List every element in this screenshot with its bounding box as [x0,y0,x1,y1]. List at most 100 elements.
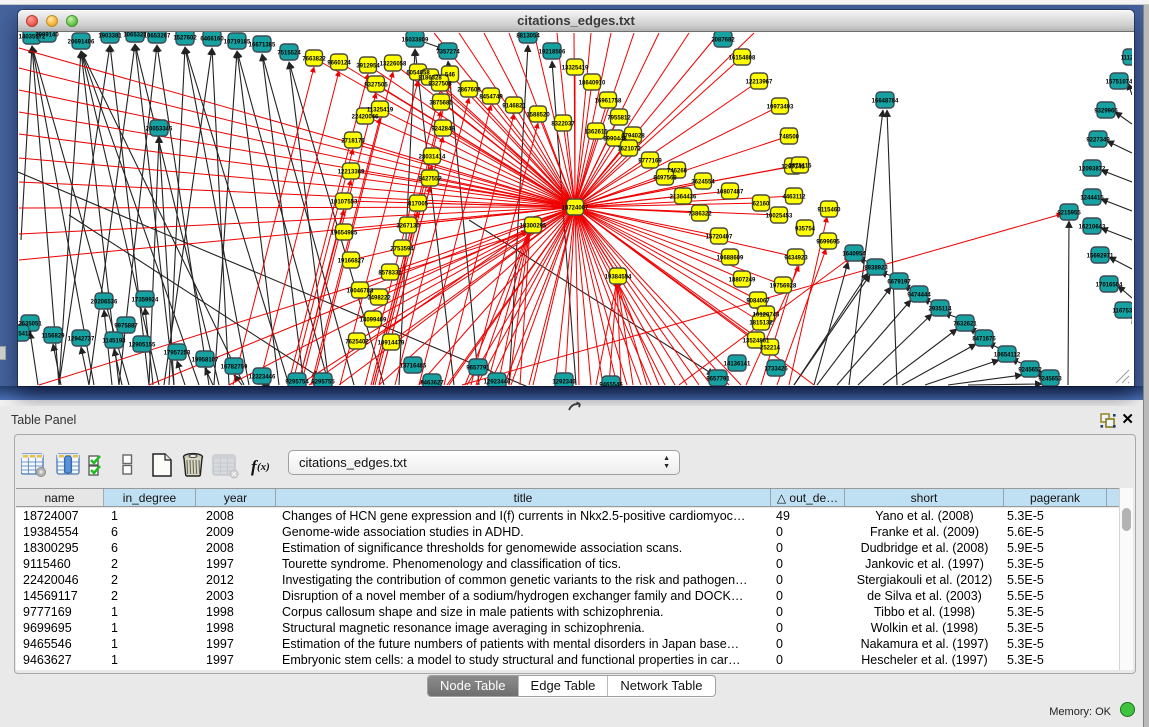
svg-text:13325419: 13325419 [562,66,589,72]
svg-text:10046788: 10046788 [347,289,374,295]
svg-text:9474444: 9474444 [907,293,931,299]
svg-text:9084067: 9084067 [746,299,770,305]
svg-text:9227349: 9227349 [1086,138,1110,144]
svg-text:1640954: 1640954 [842,252,866,258]
svg-text:17957253: 17957253 [164,351,191,357]
svg-text:20053346: 20053346 [146,127,173,133]
svg-text:20206536: 20206536 [91,300,118,306]
svg-text:12905155: 12905155 [129,343,156,349]
svg-text:(x): (x) [257,461,270,473]
svg-text:2875115: 2875115 [788,164,812,170]
svg-text:9295754: 9295754 [285,380,309,386]
svg-text:19756928: 19756928 [770,284,797,290]
svg-text:22420046: 22420046 [352,115,379,121]
svg-text:546: 546 [445,73,456,79]
svg-text:12213369: 12213369 [338,170,365,176]
svg-text:12323446: 12323446 [249,375,276,381]
svg-text:9327508: 9327508 [428,82,452,88]
svg-text:17016504: 17016504 [1096,283,1123,289]
svg-text:7955812: 7955812 [607,116,631,122]
svg-text:11325419: 11325419 [367,108,394,114]
svg-text:21364436: 21364436 [670,195,697,201]
svg-text:252214: 252214 [760,346,781,352]
svg-text:15720407: 15720407 [706,235,733,241]
svg-text:9699695: 9699695 [816,240,840,246]
svg-text:6794028: 6794028 [621,134,645,140]
svg-text:12213967: 12213967 [746,80,773,86]
svg-text:9465546: 9465546 [599,383,623,387]
svg-text:7386322: 7386322 [688,212,712,218]
svg-text:18300295: 18300295 [520,224,547,230]
svg-text:16648784: 16648784 [872,99,899,105]
svg-text:17359924: 17359924 [132,298,159,304]
svg-text:3624554: 3624554 [691,180,715,186]
svg-text:1167533: 1167533 [1112,309,1132,315]
svg-text:2087682: 2087682 [711,38,735,44]
svg-text:8938923: 8938923 [864,266,888,272]
svg-text:1292346: 1292346 [552,380,576,386]
svg-text:9327505: 9327505 [364,83,388,89]
svg-text:8427552: 8427552 [418,177,442,183]
svg-text:12093872: 12093872 [1079,167,1106,173]
svg-text:10120746: 10120746 [753,313,780,319]
svg-text:16033809: 16033809 [402,38,429,44]
svg-text:3915412: 3915412 [18,332,32,338]
svg-text:9242848: 9242848 [431,127,455,133]
svg-text:12942737: 12942737 [68,337,95,343]
svg-text:19958107: 19958107 [192,358,219,364]
svg-text:935754: 935754 [795,227,816,233]
svg-text:817005: 817005 [408,202,429,208]
svg-text:2009140: 2009140 [35,33,59,39]
svg-text:7625402: 7625402 [345,340,369,346]
svg-text:10973493: 10973493 [767,105,794,111]
svg-text:1621072: 1621072 [617,147,641,153]
svg-text:2753594: 2753594 [390,247,414,253]
svg-text:12923446: 12923446 [484,380,511,386]
svg-text:1244415: 1244415 [1080,196,1104,202]
svg-text:8578331: 8578331 [378,271,402,277]
svg-text:9660124: 9660124 [327,61,351,67]
svg-text:1588520: 1588520 [526,113,550,119]
svg-text:8322037: 8322037 [551,122,575,128]
svg-text:14099469: 14099469 [360,318,387,324]
svg-text:8813054: 8813054 [516,34,540,40]
svg-text:3912954: 3912954 [356,64,380,70]
svg-text:9463627: 9463627 [420,381,444,387]
svg-text:1903381: 1903381 [98,34,122,40]
svg-text:746266: 746266 [667,169,688,175]
svg-text:13524861: 13524861 [743,339,770,345]
svg-text:3267130: 3267130 [396,224,420,230]
svg-text:10914479: 10914479 [378,341,405,347]
svg-text:9975887: 9975887 [114,324,138,330]
svg-text:6679197: 6679197 [887,280,911,286]
svg-text:3498222: 3498222 [367,296,391,302]
svg-text:62160: 62160 [753,202,770,208]
svg-text:7515524: 7515524 [277,51,301,57]
svg-text:9245652: 9245652 [1018,368,1042,374]
svg-text:9434923: 9434923 [784,256,808,262]
svg-text:13226058: 13226058 [380,62,407,68]
svg-text:18807249: 18807249 [729,278,756,284]
svg-text:18640910: 18640910 [579,81,606,87]
svg-text:1733426: 1733426 [764,367,788,373]
svg-text:9245653: 9245653 [1038,377,1062,383]
svg-text:16782759: 16782759 [221,365,248,371]
svg-text:9115460: 9115460 [817,208,841,214]
svg-text:16671385: 16671385 [249,43,276,49]
svg-text:14136141: 14136141 [724,362,751,368]
svg-text:10719185: 10719185 [224,40,251,46]
svg-text:18724007: 18724007 [562,206,589,212]
svg-text:1362615: 1362615 [584,130,608,136]
svg-text:2935114: 2935114 [928,307,952,313]
svg-text:1145193: 1145193 [102,339,126,345]
svg-text:2635051: 2635051 [18,322,42,328]
svg-text:10107553: 10107553 [331,200,358,206]
svg-text:13716485: 13716485 [400,364,427,370]
svg-text:1815132: 1815132 [749,321,773,327]
svg-text:748500: 748500 [779,135,800,141]
svg-text:9777169: 9777169 [638,159,662,165]
svg-text:7632621: 7632621 [953,322,977,328]
svg-text:2718176: 2718176 [341,139,365,145]
svg-text:10653267: 10653267 [144,34,171,40]
svg-text:7663822: 7663822 [302,57,326,63]
